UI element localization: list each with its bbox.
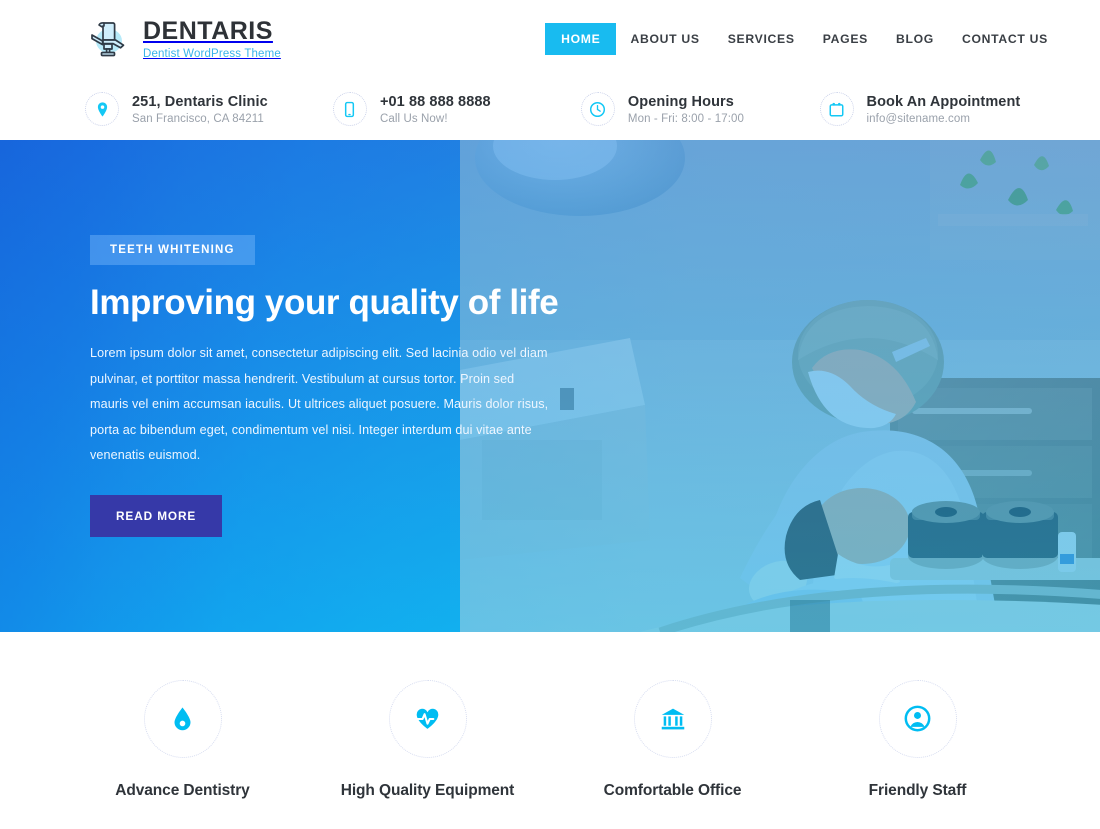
contact-appointment-title: Book An Appointment — [866, 93, 1021, 110]
contact-info-bar: 251, Dentaris Clinic San Francisco, CA 8… — [0, 78, 1100, 140]
site-header: DENTARIS Dentist WordPress Theme HOME AB… — [0, 0, 1100, 78]
feature-label: Advance Dentistry — [115, 781, 250, 799]
mobile-phone-icon — [332, 92, 367, 126]
brand-logo-link[interactable]: DENTARIS Dentist WordPress Theme — [85, 16, 281, 62]
nav-item-blog[interactable]: BLOG — [882, 23, 948, 55]
user-circle-icon — [878, 679, 957, 758]
hero-read-more-button[interactable]: READ MORE — [90, 495, 223, 537]
nav-item-pages[interactable]: PAGES — [809, 23, 882, 55]
water-drop-icon — [143, 679, 222, 758]
calendar-icon — [819, 92, 854, 126]
nav-item-about-us[interactable]: ABOUT US — [616, 23, 713, 55]
contact-address-sub: San Francisco, CA 84211 — [132, 113, 264, 126]
contact-item-phone[interactable]: +01 88 888 8888 Call Us Now! — [332, 92, 581, 126]
hero-description: Lorem ipsum dolor sit amet, consectetur … — [90, 346, 549, 463]
feature-advance-dentistry[interactable]: Advance Dentistry — [60, 662, 305, 800]
location-pin-icon — [85, 92, 119, 126]
feature-friendly-staff[interactable]: Friendly Staff — [795, 662, 1040, 800]
nav-item-home[interactable]: HOME — [545, 23, 617, 55]
heartbeat-icon — [388, 679, 467, 758]
contact-phone-sub: Call Us Now! — [379, 113, 448, 126]
nav-item-services[interactable]: SERVICES — [714, 23, 809, 55]
contact-phone-title: +01 88 888 8888 — [379, 93, 491, 110]
feature-comfortable-office[interactable]: Comfortable Office — [550, 662, 795, 800]
features-section: Advance Dentistry High Quality Equipment… — [0, 632, 1100, 829]
feature-label: Comfortable Office — [603, 781, 742, 799]
contact-item-hours[interactable]: Opening Hours Mon - Fri: 8:00 - 17:00 — [580, 92, 820, 126]
clock-icon — [580, 92, 615, 126]
contact-hours-title: Opening Hours — [627, 93, 734, 110]
nav-item-contact-us[interactable]: CONTACT US — [948, 23, 1062, 55]
contact-item-address[interactable]: 251, Dentaris Clinic San Francisco, CA 8… — [85, 92, 333, 126]
brand-tagline: Dentist WordPress Theme — [143, 47, 281, 60]
bank-building-icon — [633, 679, 712, 758]
hero-badge: TEETH WHITENING — [90, 235, 255, 265]
hero-content: TEETH WHITENING Improving your quality o… — [90, 140, 560, 632]
dental-chair-icon — [85, 16, 131, 62]
brand-name: DENTARIS — [143, 17, 273, 46]
contact-hours-sub: Mon - Fri: 8:00 - 17:00 — [627, 113, 744, 126]
hero-title: Improving your quality of life — [90, 283, 559, 322]
contact-item-appointment[interactable]: Book An Appointment info@sitename.com — [819, 92, 1031, 126]
feature-label: High Quality Equipment — [340, 781, 515, 799]
contact-appointment-sub: info@sitename.com — [866, 113, 970, 126]
feature-label: Friendly Staff — [868, 781, 967, 799]
hero-slider: TEETH WHITENING Improving your quality o… — [0, 140, 1100, 632]
contact-address-title: 251, Dentaris Clinic — [132, 93, 268, 110]
feature-high-quality-equipment[interactable]: High Quality Equipment — [305, 662, 550, 800]
main-navigation: HOME ABOUT US SERVICES PAGES BLOG CONTAC… — [545, 23, 1062, 55]
